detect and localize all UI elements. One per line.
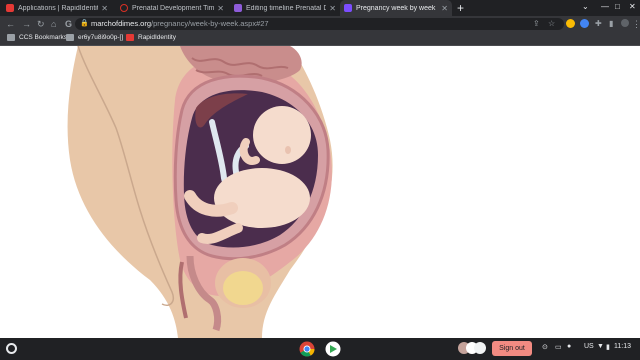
bookmark-star-icon[interactable]: ☆: [548, 18, 555, 30]
url-path: /pregnancy/week-by-week.aspx#27: [151, 19, 269, 28]
folder-icon: [7, 34, 15, 41]
tab-editing-timeline[interactable]: Editing timeline Prenatal Develo ✕: [230, 0, 340, 16]
address-bar[interactable]: 🔒 marchofdimes.org/pregnancy/week-by-wee…: [75, 18, 564, 30]
avatar[interactable]: [474, 342, 486, 354]
notification-icon[interactable]: ●: [567, 343, 571, 350]
screen-capture-icon[interactable]: ⊙: [542, 343, 548, 351]
share-icon[interactable]: ⇪: [533, 18, 540, 30]
clock[interactable]: 11:13: [614, 343, 631, 350]
locale-label[interactable]: US: [584, 343, 594, 350]
home-icon[interactable]: ⌂: [51, 18, 56, 30]
tab-title: Prenatal Development Timeline: [132, 4, 215, 12]
lock-icon[interactable]: 🔒: [80, 18, 89, 30]
reload-icon[interactable]: ↻: [37, 18, 45, 30]
editor-favicon-icon: [234, 4, 242, 12]
launcher-icon[interactable]: [6, 343, 17, 354]
google-icon[interactable]: G: [65, 18, 72, 30]
forward-icon[interactable]: →: [22, 18, 31, 30]
os-shelf: Sign out ⊙ ▭ ● US ▼ ▮ 11:13: [0, 338, 640, 360]
back-icon[interactable]: ←: [6, 18, 15, 30]
tab-title: Editing timeline Prenatal Develo: [246, 4, 327, 12]
close-icon[interactable]: ✕: [217, 4, 224, 13]
sidebar-icon[interactable]: ▮: [609, 18, 613, 30]
timeline-favicon-icon: [120, 4, 128, 12]
url-domain: marchofdimes.org: [91, 19, 152, 28]
tab-title: Pregnancy week by week: [356, 4, 436, 12]
maximize-icon[interactable]: □: [615, 2, 620, 11]
wifi-icon[interactable]: ▼: [597, 343, 604, 350]
tab-prenatal-timeline[interactable]: Prenatal Development Timeline ✕: [116, 0, 228, 16]
page-content: [0, 46, 640, 338]
new-tab-button[interactable]: +: [457, 1, 464, 15]
rapididentity-favicon-icon: [6, 4, 14, 12]
tab-strip: Applications | RapidIdentity ✕ Prenatal …: [0, 0, 640, 16]
chrome-icon[interactable]: [299, 341, 315, 357]
folder-icon: [66, 34, 74, 41]
bookmark-rapididentity[interactable]: RapidIdentity: [126, 34, 176, 41]
extensions-puzzle-icon[interactable]: ✚: [595, 18, 602, 30]
close-icon[interactable]: ✕: [101, 4, 108, 13]
minimize-icon[interactable]: —: [601, 2, 609, 11]
profile-avatar-icon[interactable]: [621, 19, 629, 27]
tab-applications[interactable]: Applications | RapidIdentity ✕: [2, 0, 112, 16]
close-window-icon[interactable]: ✕: [629, 2, 636, 11]
clipboard-icon[interactable]: ▭: [555, 343, 562, 351]
tab-search-icon[interactable]: ⌄: [582, 2, 589, 11]
extension-icon[interactable]: [566, 19, 575, 28]
battery-icon[interactable]: ▮: [606, 343, 610, 351]
extension-icon[interactable]: [580, 19, 589, 28]
browser-toolbar: ← → ↻ ⌂ G 🔒 marchofdimes.org/pregnancy/w…: [0, 16, 640, 32]
sign-out-button[interactable]: Sign out: [492, 341, 532, 356]
bookmarks-bar: CCS Bookmarks er6y7u8i9o0p-[] RapidIdent…: [0, 32, 640, 46]
close-icon[interactable]: ✕: [441, 4, 448, 13]
tab-pregnancy-week[interactable]: Pregnancy week by week ✕: [340, 0, 452, 16]
bookmark-ccs[interactable]: CCS Bookmarks: [7, 34, 67, 41]
play-store-icon[interactable]: [325, 341, 341, 357]
march-of-dimes-favicon-icon: [344, 4, 352, 12]
bookmark-folder[interactable]: er6y7u8i9o0p-[]: [66, 34, 123, 41]
close-icon[interactable]: ✕: [329, 4, 336, 13]
tab-title: Applications | RapidIdentity: [18, 4, 99, 12]
rapididentity-icon: [126, 34, 134, 41]
pregnancy-week-illustration: [67, 46, 333, 338]
menu-icon[interactable]: ⋮: [632, 18, 640, 30]
